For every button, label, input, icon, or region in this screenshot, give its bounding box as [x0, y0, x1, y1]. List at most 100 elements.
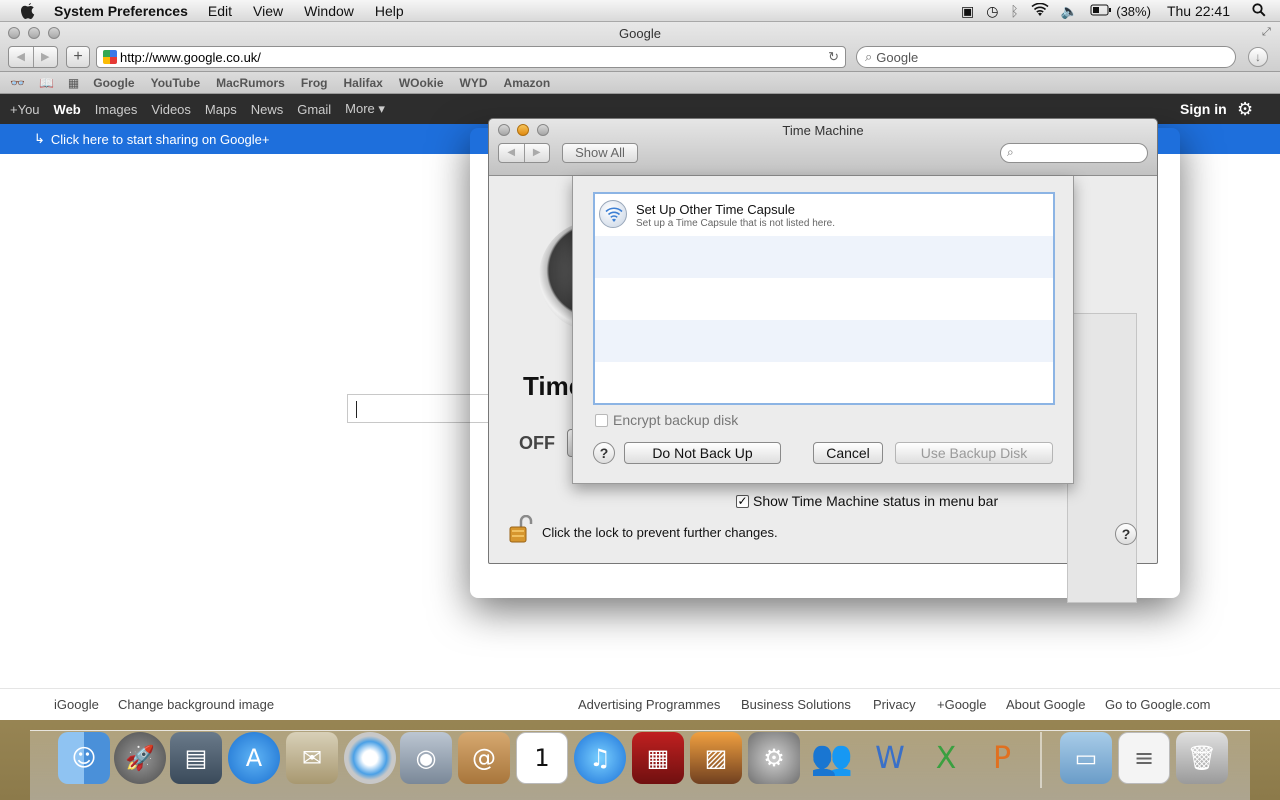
downloads-icon[interactable]: ↓	[1248, 47, 1268, 67]
info-panel	[1067, 313, 1137, 603]
bookmark-halifax[interactable]: Halifax	[344, 76, 383, 90]
menu-app-name[interactable]: System Preferences	[54, 3, 188, 19]
apple-menu-icon[interactable]	[18, 1, 38, 21]
lock-icon[interactable]	[509, 514, 533, 545]
share-link[interactable]: Click here to start sharing on Google+	[51, 132, 270, 147]
document-icon[interactable]: ≡	[1118, 732, 1170, 784]
tm-forward-icon[interactable]: ▶	[525, 144, 550, 162]
wifi-icon[interactable]	[1031, 2, 1049, 20]
gbar-you[interactable]: +You	[10, 102, 40, 117]
show-status-checkbox[interactable]: ✓	[736, 495, 749, 508]
bookmark-wookie[interactable]: WOokie	[399, 76, 444, 90]
do-not-back-up-button[interactable]: Do Not Back Up	[624, 442, 781, 464]
messenger-icon[interactable]: 👥	[806, 732, 858, 784]
dock: ☺ 🚀 ▤ A ✉ ✧ ◉ @ 1 ♫ ▦ ▨ ⚙ 👥 W X P ▭ ≡ 🗑	[0, 720, 1280, 800]
folder-icon[interactable]: ▭	[1060, 732, 1112, 784]
footer-change-background[interactable]: Change background image	[118, 697, 274, 712]
encrypt-label: Encrypt backup disk	[613, 412, 739, 428]
list-row-empty	[595, 362, 1053, 403]
menu-view[interactable]: View	[253, 3, 283, 19]
back-forward-control[interactable]: ◀ ▶	[8, 46, 58, 68]
address-book-icon[interactable]: @	[458, 732, 510, 784]
app-store-icon[interactable]: A	[228, 732, 280, 784]
forward-icon[interactable]: ▶	[34, 47, 58, 67]
tm-back-icon[interactable]: ◀	[499, 144, 525, 162]
reading-list-icon[interactable]: 👓	[10, 76, 25, 90]
menu-edit[interactable]: Edit	[208, 3, 232, 19]
itunes-icon[interactable]: ♫	[574, 732, 626, 784]
safari-icon[interactable]: ✧	[344, 732, 396, 784]
gbar-videos[interactable]: Videos	[151, 102, 191, 117]
address-url: http://www.google.co.uk/	[120, 49, 261, 65]
gbar-maps[interactable]: Maps	[205, 102, 237, 117]
word-icon[interactable]: W	[864, 732, 916, 784]
photo-booth-icon[interactable]: ▦	[632, 732, 684, 784]
spotlight-icon[interactable]	[1252, 2, 1266, 20]
item-subtitle: Set up a Time Capsule that is not listed…	[636, 218, 835, 229]
menu-help[interactable]: Help	[375, 3, 404, 19]
google-footer: iGoogle Change background image Advertis…	[0, 688, 1280, 720]
volume-icon[interactable]: 🔈	[1061, 3, 1078, 20]
add-bookmark-button[interactable]: +	[66, 46, 90, 68]
bookmark-wyd[interactable]: WYD	[460, 76, 488, 90]
list-item-other-time-capsule[interactable]: Set Up Other Time Capsule Set up a Time …	[595, 194, 1053, 236]
sign-in-link[interactable]: Sign in	[1180, 101, 1227, 117]
launchpad-icon[interactable]: 🚀	[114, 732, 166, 784]
cancel-button[interactable]: Cancel	[813, 442, 883, 464]
trash-icon[interactable]: 🗑	[1176, 732, 1228, 784]
show-status-label: Show Time Machine status in menu bar	[753, 493, 999, 509]
time-machine-menu-icon[interactable]: ◷	[986, 3, 998, 20]
bookmarks-book-icon[interactable]: 📖	[39, 76, 54, 90]
dock-separator	[1040, 732, 1042, 788]
search-placeholder: Google	[876, 49, 919, 65]
text-cursor	[356, 401, 357, 418]
calendar-icon[interactable]: 1	[516, 732, 568, 784]
item-title: Set Up Other Time Capsule	[636, 202, 795, 217]
encrypt-checkbox[interactable]	[595, 414, 608, 427]
facetime-icon[interactable]: ◉	[400, 732, 452, 784]
bookmark-frog[interactable]: Frog	[301, 76, 328, 90]
clock[interactable]: Thu 22:41	[1167, 3, 1230, 19]
tm-help-button[interactable]: ?	[1115, 523, 1137, 545]
gbar-news[interactable]: News	[251, 102, 284, 117]
footer-privacy[interactable]: Privacy	[873, 697, 916, 712]
settings-gear-icon[interactable]: ⚙	[1237, 99, 1253, 120]
tm-back-forward[interactable]: ◀ ▶	[498, 143, 550, 163]
footer-about[interactable]: About Google	[1006, 697, 1086, 712]
system-preferences-icon[interactable]: ⚙	[748, 732, 800, 784]
tm-search-field[interactable]: ⌕	[1000, 143, 1148, 163]
bookmark-amazon[interactable]: Amazon	[504, 76, 551, 90]
bookmark-google[interactable]: Google	[93, 76, 134, 90]
reload-icon[interactable]: ↻	[828, 49, 839, 65]
top-sites-icon[interactable]: ▦	[68, 76, 79, 90]
footer-go-to-google[interactable]: Go to Google.com	[1105, 697, 1211, 712]
address-bar[interactable]: http://www.google.co.uk/ ↻	[96, 46, 846, 68]
iphoto-icon[interactable]: ▨	[690, 732, 742, 784]
footer-advertising[interactable]: Advertising Programmes	[578, 697, 720, 712]
menu-window[interactable]: Window	[304, 3, 354, 19]
powerpoint-icon[interactable]: P	[976, 732, 1028, 784]
photo-booth-icon[interactable]: ▣	[961, 3, 974, 20]
gbar-gmail[interactable]: Gmail	[297, 102, 331, 117]
gbar-images[interactable]: Images	[95, 102, 138, 117]
finder-icon[interactable]: ☺	[58, 732, 110, 784]
sheet-help-button[interactable]: ?	[593, 442, 615, 464]
show-all-button[interactable]: Show All	[562, 143, 638, 163]
back-icon[interactable]: ◀	[9, 47, 34, 67]
mail-icon[interactable]: ✉	[286, 732, 338, 784]
gbar-web[interactable]: Web	[54, 102, 81, 117]
excel-icon[interactable]: X	[920, 732, 972, 784]
bluetooth-icon[interactable]: ᛒ	[1010, 3, 1018, 19]
mission-control-icon[interactable]: ▤	[170, 732, 222, 784]
footer-plus-google[interactable]: +Google	[937, 697, 987, 712]
battery-icon[interactable]	[1090, 3, 1112, 19]
disk-list[interactable]: Set Up Other Time Capsule Set up a Time …	[593, 192, 1055, 405]
gbar-more[interactable]: More ▾	[345, 101, 385, 117]
bookmark-youtube[interactable]: YouTube	[151, 76, 201, 90]
fullscreen-icon[interactable]: ⤢	[1262, 26, 1271, 39]
bookmark-macrumors[interactable]: MacRumors	[216, 76, 285, 90]
footer-igoogle[interactable]: iGoogle	[54, 697, 99, 712]
footer-business[interactable]: Business Solutions	[741, 697, 851, 712]
use-backup-disk-button[interactable]: Use Backup Disk	[895, 442, 1053, 464]
search-field[interactable]: ⌕ Google	[856, 46, 1236, 68]
